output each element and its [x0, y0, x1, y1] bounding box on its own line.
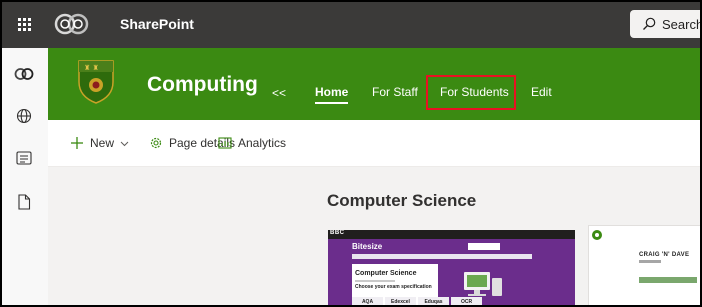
new-label: New — [90, 136, 115, 150]
craig-n-dave-link-card[interactable]: CRAIG 'N' DAVE — [588, 225, 702, 307]
card-subtitle-bar — [639, 260, 661, 263]
exam-board-tab: AQA — [352, 297, 383, 307]
exam-board-tabs: AQA Edexcel Eduqas OCR — [352, 297, 482, 307]
bbc-topbar: BBC — [328, 230, 575, 239]
plus-icon — [71, 137, 83, 149]
selected-indicator — [315, 102, 349, 104]
nav-edit[interactable]: Edit — [531, 48, 552, 120]
bbc-logo: BBC — [330, 230, 345, 236]
left-app-bar — [0, 48, 49, 307]
computer-illustration-icon — [464, 272, 502, 296]
divider — [355, 280, 395, 282]
suite-bar: SharePoint Search — [0, 0, 702, 48]
bbc-bitesize-link-card[interactable]: BBC Bitesize Computer Science Choose you… — [328, 230, 575, 307]
news-icon — [16, 151, 32, 165]
nav-home-label: Home — [315, 85, 349, 99]
analytics-label: Analytics — [238, 136, 287, 150]
highlight-box — [426, 75, 516, 110]
chevron-down-icon — [120, 141, 129, 146]
rail-news[interactable] — [0, 142, 48, 174]
organization-logo-small-icon — [14, 68, 34, 80]
card-panel-title: Computer Science — [355, 270, 417, 277]
bitesize-brand: Bitesize — [352, 242, 383, 251]
site-header: ♜ ♜ Computing << Home For Staff For Stud… — [48, 48, 702, 120]
document-icon — [18, 194, 31, 210]
analytics-button[interactable]: Analytics — [218, 120, 286, 166]
site-title[interactable]: Computing — [147, 48, 258, 120]
globe-icon — [16, 108, 32, 124]
search-box[interactable]: Search — [630, 10, 702, 38]
card-thumbnail-strip — [352, 254, 532, 259]
section-title: Computer Science — [327, 191, 477, 210]
organization-logo[interactable] — [54, 10, 90, 38]
svg-text:♜ ♜: ♜ ♜ — [84, 64, 99, 72]
exam-board-tab: Eduqas — [418, 297, 449, 307]
gear-icon — [150, 137, 162, 149]
analytics-icon — [218, 137, 232, 149]
rail-sites[interactable] — [0, 100, 48, 132]
rail-files[interactable] — [0, 186, 48, 218]
nav-home[interactable]: Home — [315, 48, 349, 120]
school-crest-logo[interactable]: ♜ ♜ — [76, 58, 116, 104]
collapse-navigation-button[interactable]: << — [272, 86, 286, 100]
card-thumbnail-button — [468, 243, 500, 250]
new-button[interactable]: New — [70, 120, 129, 166]
search-placeholder: Search — [662, 16, 702, 32]
rail-home-site[interactable] — [0, 58, 48, 90]
command-bar: New Page details Analytics — [48, 120, 702, 167]
waffle-icon — [17, 17, 31, 31]
app-name[interactable]: SharePoint — [120, 0, 194, 48]
site-favicon-icon — [592, 230, 602, 240]
exam-board-tab: OCR — [451, 297, 482, 307]
exam-board-tab: Edexcel — [385, 297, 416, 307]
card-title: CRAIG 'N' DAVE — [639, 252, 690, 258]
card-thumbnail-button — [639, 277, 697, 283]
app-launcher-button[interactable] — [0, 0, 48, 48]
page-canvas: Computer Science BBC Bitesize Computer S… — [48, 167, 702, 307]
card-panel-subtitle: Choose your exam specification — [355, 284, 432, 290]
nav-for-staff[interactable]: For Staff — [372, 48, 418, 120]
search-icon — [643, 17, 656, 30]
